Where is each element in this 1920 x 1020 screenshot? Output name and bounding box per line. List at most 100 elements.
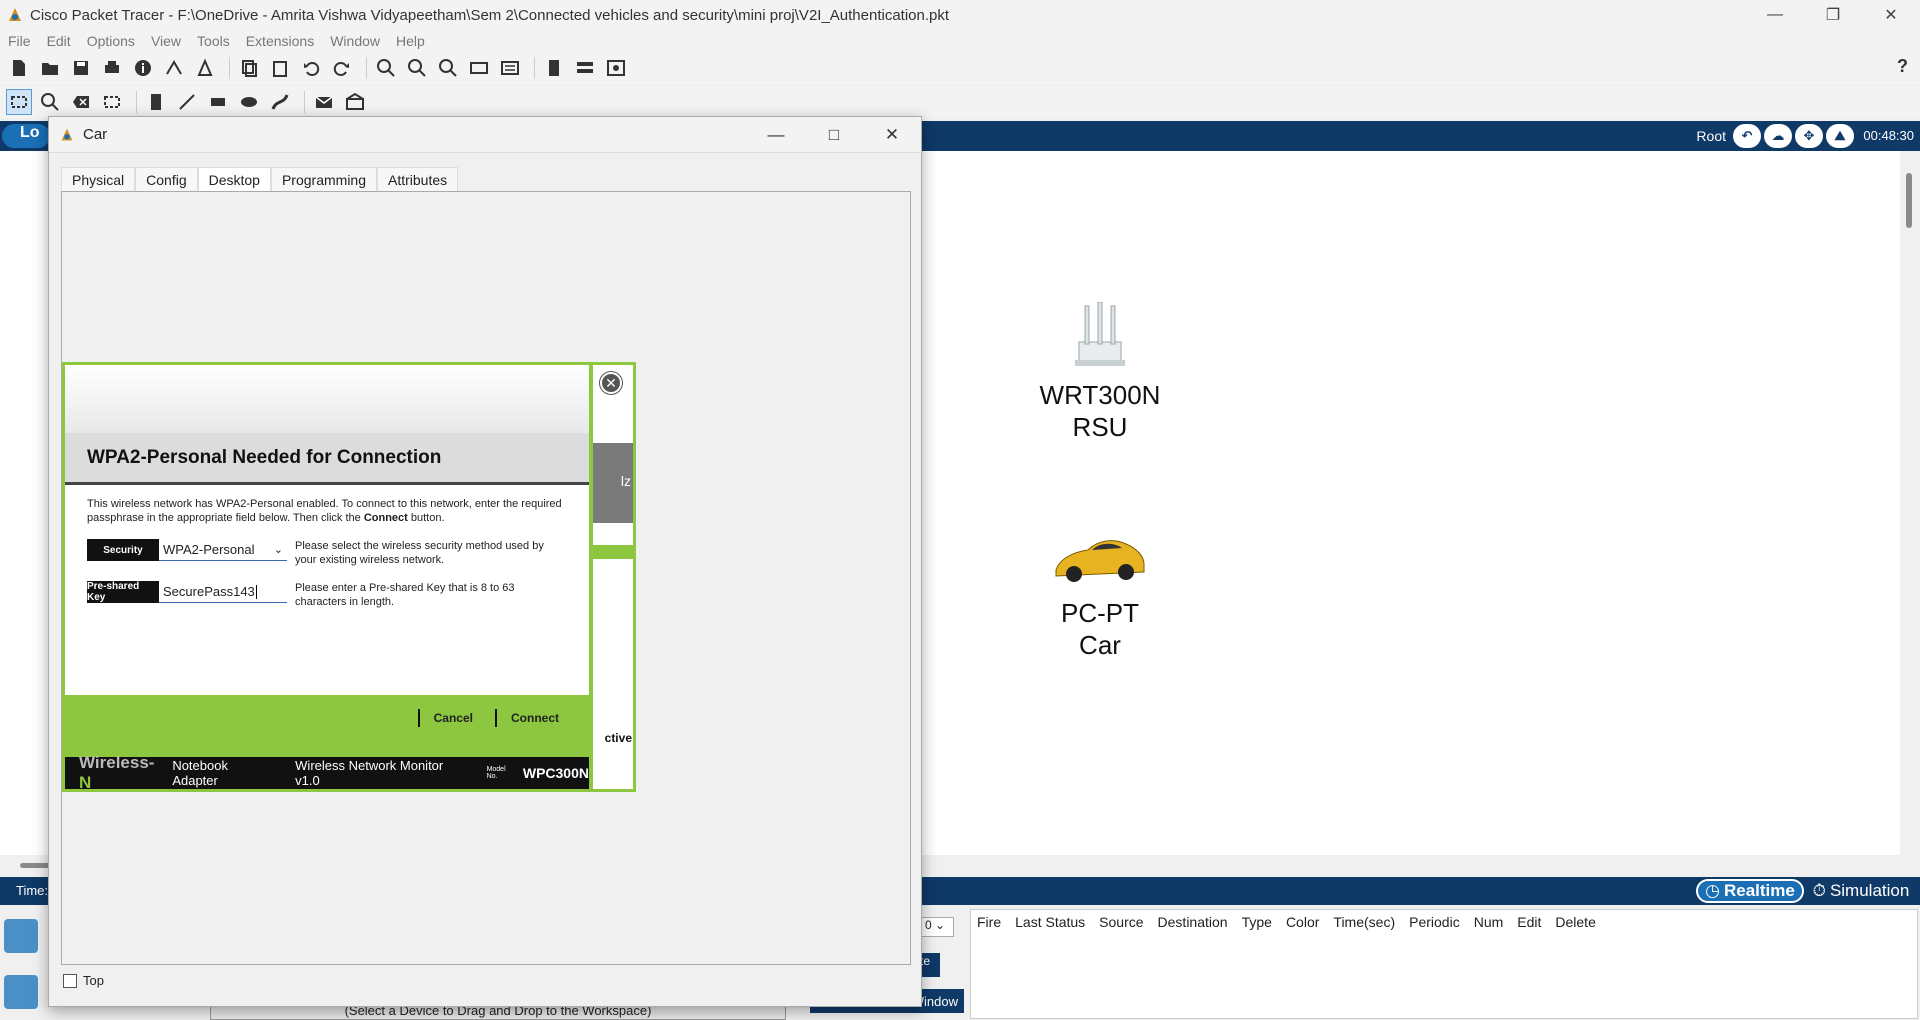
complex-pdu-icon[interactable] — [342, 89, 368, 115]
info-icon[interactable] — [130, 55, 156, 81]
stopwatch-icon: ⏱ — [1812, 881, 1826, 900]
move-icon[interactable]: ✥ — [1795, 124, 1823, 148]
logical-tab[interactable]: Lo — [2, 124, 50, 148]
column-time: Time(sec) — [1333, 914, 1396, 930]
freeform-icon[interactable] — [267, 89, 293, 115]
simple-pdu-icon[interactable] — [311, 89, 337, 115]
draw-rectangle-icon[interactable] — [205, 89, 231, 115]
column-delete: Delete — [1555, 914, 1596, 930]
back-icon[interactable]: ↶ — [1733, 124, 1761, 148]
clock: 00:48:30 — [1863, 128, 1914, 143]
pdu-list-table[interactable]: Fire Last Status Source Destination Type… — [970, 909, 1918, 1019]
connect-button[interactable]: Connect — [495, 709, 573, 727]
undo-icon[interactable] — [298, 55, 324, 81]
top-checkbox[interactable]: Top — [63, 973, 104, 988]
background-text-fragment: ctive — [604, 731, 632, 745]
car-icon — [1055, 540, 1145, 582]
scenario-select[interactable]: 0 ⌄ — [920, 917, 954, 937]
draw-line-icon[interactable] — [174, 89, 200, 115]
activity-wizard-icon[interactable] — [192, 55, 218, 81]
column-last-status: Last Status — [1015, 914, 1086, 930]
close-button[interactable]: ✕ — [863, 117, 921, 153]
clock-icon: ◷ — [1705, 881, 1720, 900]
dialog-top-band — [65, 365, 589, 433]
device-car[interactable]: PC-PT Car — [1030, 530, 1170, 661]
custom-device-icon[interactable] — [497, 55, 523, 81]
security-label: Security — [87, 539, 159, 561]
preshared-key-input[interactable]: SecurePass143 — [159, 581, 287, 603]
simulation-mode-button[interactable]: ⏱ Simulation — [1806, 879, 1916, 903]
menu-options[interactable]: Options — [87, 33, 135, 49]
device-name-label: Car — [1079, 630, 1121, 660]
network-wizard-icon[interactable] — [161, 55, 187, 81]
zoom-in-icon[interactable] — [373, 55, 399, 81]
print-icon[interactable] — [99, 55, 125, 81]
maximize-button[interactable]: □ — [805, 117, 863, 153]
model-label: WPC300N — [522, 765, 589, 781]
network-devices-icon[interactable] — [4, 919, 38, 953]
main-toolbar: ? — [0, 52, 1920, 84]
product-label: Notebook Adapter — [172, 758, 228, 788]
draw-ellipse-icon[interactable] — [236, 89, 262, 115]
paste-icon[interactable] — [267, 55, 293, 81]
checkbox[interactable] — [63, 973, 77, 988]
background-panel: lz — [593, 443, 633, 523]
screenshot-icon[interactable] — [603, 55, 629, 81]
new-scenario-button[interactable]: te — [920, 953, 940, 977]
inspect-tool-icon[interactable] — [37, 89, 63, 115]
close-monitor-icon[interactable]: ✕ — [600, 372, 622, 394]
zoom-reset-icon[interactable] — [404, 55, 430, 81]
menu-extensions[interactable]: Extensions — [246, 33, 314, 49]
column-num: Num — [1473, 914, 1504, 930]
menu-edit[interactable]: Edit — [47, 33, 71, 49]
device-rsu[interactable]: WRT300N RSU — [1030, 301, 1170, 443]
menu-tools[interactable]: Tools — [197, 33, 230, 49]
new-file-icon[interactable] — [6, 55, 32, 81]
notes-icon[interactable] — [541, 55, 567, 81]
workspace-vertical-scrollbar[interactable] — [1900, 151, 1920, 855]
cancel-button[interactable]: Cancel — [417, 709, 487, 727]
cloud-icon[interactable]: ☁ — [1764, 124, 1792, 148]
save-icon[interactable] — [68, 55, 94, 81]
top-checkbox-label: Top — [83, 973, 104, 988]
delete-tool-icon[interactable] — [68, 89, 94, 115]
wpa2-connection-dialog: WPA2-Personal Needed for Connection This… — [62, 362, 592, 792]
restore-button[interactable]: ❐ — [1804, 0, 1862, 30]
brand-logo: Wireless-N — [79, 753, 155, 792]
drawing-palette-icon[interactable] — [466, 55, 492, 81]
end-devices-icon[interactable] — [4, 975, 38, 1009]
app-title: Cisco Packet Tracer - F:\OneDrive - Amri… — [30, 6, 950, 24]
preshared-key-label: Pre-shared Key — [87, 581, 159, 603]
simulation-label: Simulation — [1829, 881, 1910, 900]
pdu-table-header: Fire Last Status Source Destination Type… — [971, 910, 1917, 934]
security-select[interactable]: WPA2-Personal ⌄ — [159, 539, 287, 561]
scroll-thumb[interactable] — [1906, 173, 1912, 228]
redo-icon[interactable] — [329, 55, 355, 81]
minimize-button[interactable]: — — [747, 117, 805, 153]
root-label[interactable]: Root — [1696, 128, 1726, 144]
help-icon[interactable]: ? — [1897, 56, 1908, 77]
device-model-label: PC-PT — [1061, 598, 1139, 628]
packet-tracer-icon — [61, 128, 73, 140]
copy-icon[interactable] — [236, 55, 262, 81]
open-folder-icon[interactable] — [37, 55, 63, 81]
column-edit: Edit — [1517, 914, 1542, 930]
zoom-out-icon[interactable] — [435, 55, 461, 81]
column-type: Type — [1241, 914, 1272, 930]
resize-tool-icon[interactable] — [99, 89, 125, 115]
menu-help[interactable]: Help — [396, 33, 425, 49]
time-label: Time: — [16, 883, 49, 898]
tools-toolbar — [0, 86, 1920, 118]
cluster-icon[interactable] — [572, 55, 598, 81]
linksys-brand-bar: Wireless-N Notebook Adapter Wireless Net… — [65, 753, 589, 792]
minimize-button[interactable]: — — [1746, 0, 1804, 30]
select-tool-icon[interactable] — [6, 89, 32, 115]
key-help: Please enter a Pre-shared Key that is 8 … — [295, 582, 515, 608]
close-button[interactable]: ✕ — [1862, 0, 1920, 30]
place-note-icon[interactable] — [143, 89, 169, 115]
menu-file[interactable]: File — [8, 33, 31, 49]
realtime-mode-button[interactable]: ◷ Realtime — [1696, 879, 1804, 903]
background-image-icon[interactable]: ⛰ — [1826, 124, 1854, 148]
menu-window[interactable]: Window — [330, 33, 380, 49]
menu-view[interactable]: View — [151, 33, 181, 49]
